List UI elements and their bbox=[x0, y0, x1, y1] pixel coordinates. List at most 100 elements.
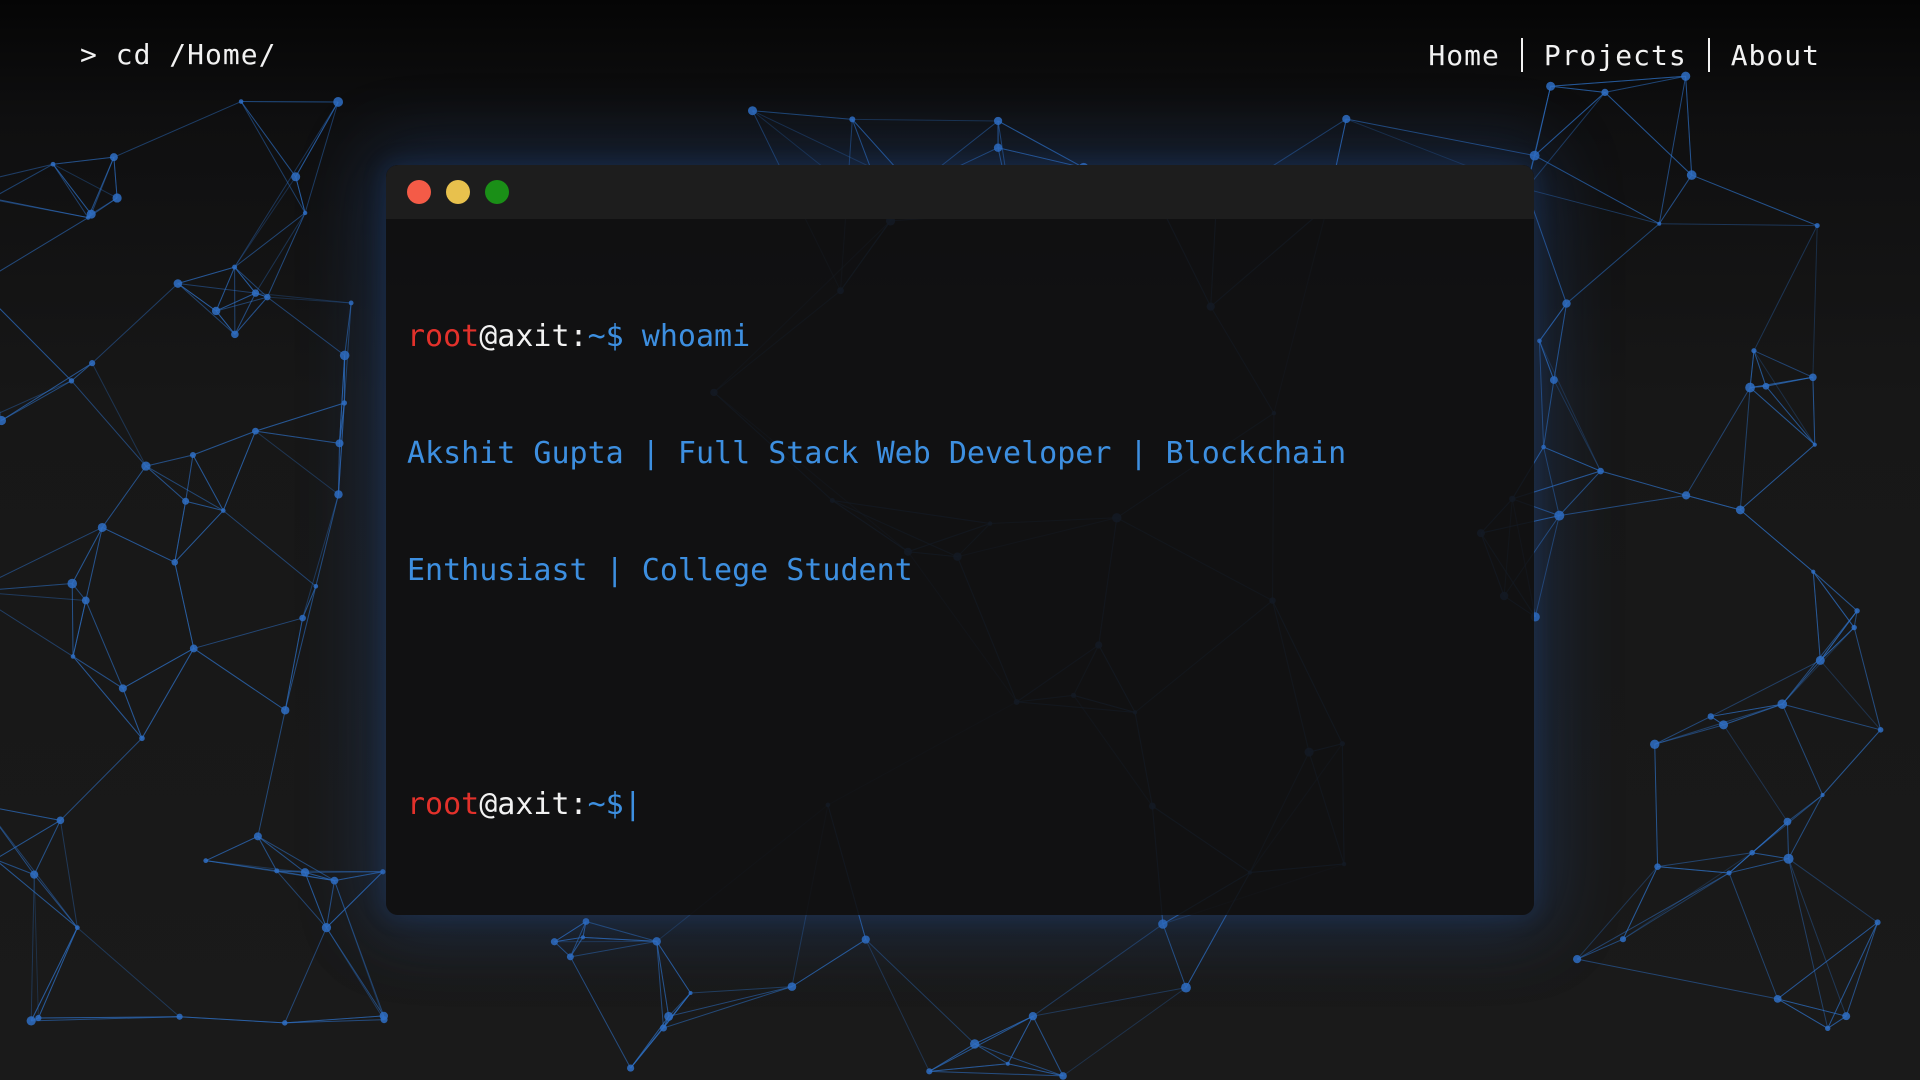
network-line bbox=[1750, 377, 1813, 387]
network-line bbox=[792, 940, 866, 987]
network-line bbox=[235, 213, 306, 267]
network-node bbox=[75, 925, 80, 930]
network-node bbox=[1708, 713, 1714, 719]
network-line bbox=[102, 527, 174, 562]
nav-about[interactable]: About bbox=[1731, 39, 1820, 72]
maximize-button[interactable] bbox=[485, 180, 509, 204]
close-button[interactable] bbox=[407, 180, 431, 204]
network-node bbox=[1820, 793, 1824, 797]
network-line bbox=[1782, 704, 1880, 730]
network-line bbox=[1577, 939, 1623, 959]
network-node bbox=[1181, 983, 1191, 993]
nav-home[interactable]: Home bbox=[1428, 39, 1499, 72]
network-node bbox=[970, 1039, 979, 1048]
network-line bbox=[60, 820, 77, 927]
network-line bbox=[1658, 867, 1729, 873]
network-node bbox=[1815, 223, 1820, 228]
terminal-line-command: root@axit:~$ whoami bbox=[407, 317, 1507, 356]
network-node bbox=[567, 953, 574, 960]
network-line bbox=[631, 993, 691, 1068]
prompt-user: root bbox=[407, 319, 479, 354]
network-line bbox=[1750, 388, 1815, 445]
terminal-line-prompt[interactable]: root@axit:~$| bbox=[407, 785, 1507, 824]
network-line bbox=[852, 119, 998, 121]
network-line bbox=[255, 431, 339, 443]
network-node bbox=[221, 508, 226, 513]
terminal-body[interactable]: root@axit:~$ whoami Akshit Gupta | Full … bbox=[407, 239, 1507, 902]
network-line bbox=[0, 584, 72, 592]
network-node bbox=[212, 307, 220, 315]
network-node bbox=[1763, 383, 1770, 390]
network-node bbox=[1342, 115, 1350, 123]
network-line bbox=[258, 836, 305, 872]
network-line bbox=[186, 501, 224, 510]
terminal-blank-line bbox=[407, 668, 1507, 707]
network-line bbox=[1659, 224, 1817, 226]
network-line bbox=[285, 586, 316, 710]
network-line bbox=[1787, 822, 1788, 859]
network-line bbox=[1535, 156, 1660, 224]
network-node bbox=[331, 877, 339, 885]
network-line bbox=[975, 1016, 1033, 1044]
network-line bbox=[305, 872, 326, 927]
network-line bbox=[657, 941, 691, 993]
network-line bbox=[1766, 386, 1815, 444]
network-line bbox=[1740, 388, 1750, 510]
network-node bbox=[1719, 720, 1728, 729]
network-line bbox=[73, 600, 86, 656]
network-node bbox=[174, 279, 183, 288]
network-node bbox=[849, 116, 855, 122]
network-line bbox=[1778, 999, 1828, 1028]
nav-divider bbox=[1708, 38, 1710, 72]
terminal-titlebar[interactable] bbox=[386, 165, 1534, 219]
network-line bbox=[258, 710, 285, 836]
network-line bbox=[1828, 922, 1878, 1028]
network-line bbox=[0, 592, 73, 657]
network-node bbox=[342, 400, 347, 405]
network-node bbox=[71, 654, 76, 659]
network-node bbox=[27, 1016, 36, 1025]
network-line bbox=[277, 871, 327, 928]
network-node bbox=[788, 982, 797, 991]
network-line bbox=[1729, 822, 1787, 873]
network-line bbox=[223, 511, 316, 587]
network-line bbox=[0, 285, 71, 381]
network-node bbox=[1530, 151, 1540, 161]
network-node bbox=[69, 378, 74, 383]
terminal-window[interactable]: root@axit:~$ whoami Akshit Gupta | Full … bbox=[386, 165, 1534, 915]
network-line bbox=[186, 455, 193, 501]
network-node bbox=[119, 684, 127, 692]
network-node bbox=[653, 937, 661, 945]
minimize-button[interactable] bbox=[446, 180, 470, 204]
network-line bbox=[866, 940, 975, 1044]
network-node bbox=[1650, 740, 1659, 749]
prompt-user: root bbox=[407, 787, 479, 822]
network-node bbox=[274, 868, 279, 873]
network-line bbox=[216, 311, 235, 334]
network-node bbox=[1813, 443, 1817, 447]
network-node bbox=[1842, 1012, 1850, 1020]
network-line bbox=[0, 164, 53, 199]
network-line bbox=[0, 218, 88, 286]
network-line bbox=[1692, 175, 1818, 225]
network-line bbox=[1820, 628, 1854, 661]
network-line bbox=[929, 1071, 1063, 1076]
network-line bbox=[0, 806, 60, 820]
nav-projects[interactable]: Projects bbox=[1544, 39, 1687, 72]
network-line bbox=[206, 836, 258, 860]
network-node bbox=[252, 289, 259, 296]
network-line bbox=[657, 941, 664, 1028]
network-line bbox=[1820, 611, 1857, 661]
network-node bbox=[1751, 348, 1756, 353]
network-node bbox=[51, 162, 56, 167]
network-line bbox=[0, 164, 53, 199]
network-line bbox=[1539, 341, 1600, 471]
network-line bbox=[0, 164, 53, 189]
network-line bbox=[114, 157, 117, 198]
network-line bbox=[71, 363, 92, 381]
network-line bbox=[34, 875, 38, 1018]
network-line bbox=[73, 656, 142, 738]
network-line bbox=[657, 941, 669, 1016]
network-line bbox=[1711, 660, 1821, 716]
network-node bbox=[1727, 870, 1732, 875]
